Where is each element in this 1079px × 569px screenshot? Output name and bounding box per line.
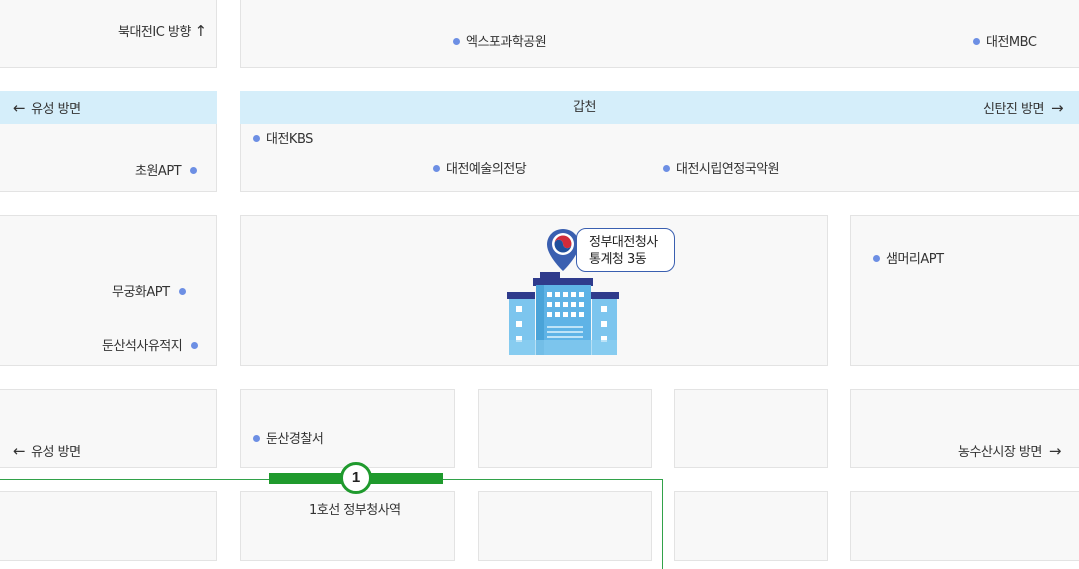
poi-mugunghwa-apt[interactable]: 무궁화APT	[112, 285, 186, 301]
poi-daejeon-arts-center[interactable]: 대전예술의전당	[433, 162, 527, 178]
poi-daejeon-kbs-label: 대전KBS	[266, 132, 313, 147]
subway-station-label[interactable]: 1호선 정부청사역	[309, 503, 401, 519]
block-r4-3	[478, 389, 652, 468]
poi-dunsan-prehistoric-site-label: 둔산석사유적지	[102, 339, 183, 354]
arrow-up-icon: ↑	[194, 22, 207, 40]
poi-dunsan-prehistoric-site[interactable]: 둔산석사유적지	[102, 339, 199, 355]
poi-dunsan-police[interactable]: 둔산경찰서	[253, 432, 324, 448]
poi-daejeon-mbc-label: 대전MBC	[986, 35, 1037, 50]
block-r5-4	[674, 491, 828, 561]
block-r4-4	[674, 389, 828, 468]
poi-saemmeori-apt[interactable]: 샘머리APT	[873, 252, 944, 268]
poi-daejeon-arts-center-label: 대전예술의전당	[446, 162, 527, 177]
direction-yuseong-upper-text: 유성 방면	[31, 102, 81, 117]
location-pin-icon	[547, 229, 579, 271]
arrow-right-icon: →	[1050, 99, 1064, 117]
subway-line-1-track	[0, 479, 663, 569]
arrow-left-icon: ←	[13, 99, 26, 117]
poi-dot-icon	[873, 255, 880, 262]
block-r1-main	[240, 0, 1079, 68]
poi-dot-icon	[253, 435, 260, 442]
block-r5-5	[850, 491, 1079, 561]
direction-nongsusan-market: 농수산시장 방면 →	[958, 443, 1061, 461]
poi-expo-science-park-label: 엑스포과학공원	[466, 35, 547, 50]
direction-yuseong-lower-text: 유성 방면	[31, 445, 81, 460]
poi-dot-icon	[178, 288, 186, 295]
poi-chowon-apt-label: 초원APT	[135, 164, 182, 179]
direction-sintanjin: 신탄진 방면 →	[983, 99, 1064, 118]
poi-chowon-apt[interactable]: 초원APT	[135, 164, 198, 180]
poi-mugunghwa-apt-label: 무궁화APT	[112, 285, 170, 300]
direction-yuseong-upper: ← 유성 방면	[13, 100, 81, 118]
block-r2-main	[240, 124, 1079, 192]
arrow-left-icon: ←	[13, 442, 26, 460]
poi-dot-icon	[191, 342, 199, 349]
destination-line1: 정부대전청사	[589, 235, 658, 250]
river-label-gapcheon: 갑천	[573, 100, 596, 115]
arrow-right-icon: →	[1048, 442, 1062, 460]
direction-sintanjin-text: 신탄진 방면	[983, 102, 1044, 117]
poi-saemmeori-apt-label: 샘머리APT	[886, 252, 944, 267]
poi-dot-icon	[433, 165, 440, 172]
label-north-daejeon-ic: 북대전IC 방향 ↑	[118, 23, 207, 41]
poi-daejeon-mbc[interactable]: 대전MBC	[973, 35, 1037, 51]
subway-line-badge: 1	[340, 462, 372, 494]
block-r4-2	[240, 389, 455, 468]
destination-line2: 통계청 3동	[589, 252, 647, 267]
river-main-segment	[240, 91, 1079, 125]
block-r3-right	[850, 215, 1079, 366]
poi-daejeon-kbs[interactable]: 대전KBS	[253, 132, 313, 148]
destination-marker[interactable]: 정부대전청사 통계청 3동	[500, 225, 690, 360]
block-r2-left	[0, 124, 217, 192]
direction-nongsusan-market-text: 농수산시장 방면	[958, 445, 1042, 460]
poi-expo-science-park[interactable]: 엑스포과학공원	[453, 35, 547, 51]
poi-dunsan-police-label: 둔산경찰서	[266, 432, 324, 447]
destination-callout: 정부대전청사 통계청 3동	[576, 228, 675, 272]
government-building-icon	[507, 272, 619, 355]
north-daejeon-ic-text: 북대전IC 방향	[118, 25, 191, 40]
poi-dot-icon	[453, 38, 460, 45]
poi-daejeon-gugak-center-label: 대전시립연정국악원	[676, 162, 780, 177]
poi-dot-icon	[663, 165, 670, 172]
poi-dot-icon	[973, 38, 980, 45]
poi-daejeon-gugak-center[interactable]: 대전시립연정국악원	[663, 162, 780, 178]
direction-yuseong-lower: ← 유성 방면	[13, 443, 81, 461]
poi-dot-icon	[190, 167, 198, 174]
poi-dot-icon	[253, 135, 260, 142]
